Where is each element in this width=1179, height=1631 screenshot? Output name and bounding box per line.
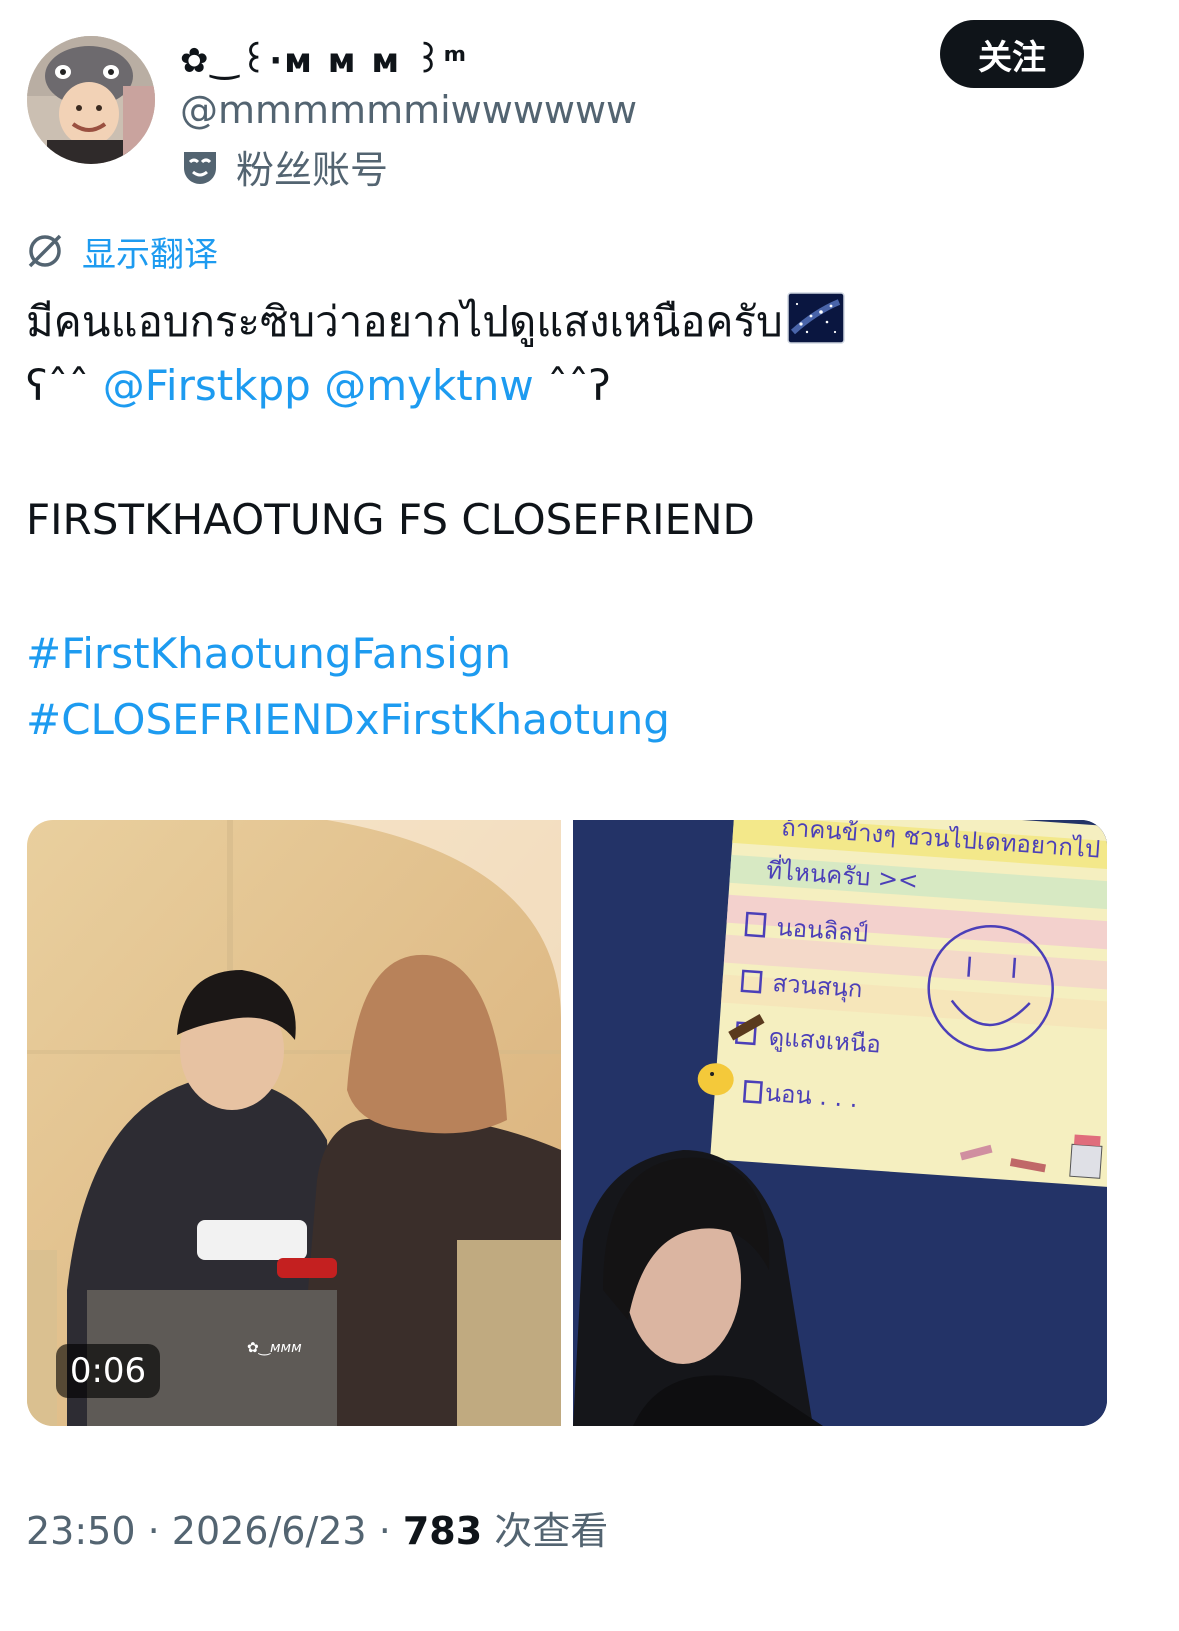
mention-firstkpp[interactable]: @Firstkpp xyxy=(103,361,311,410)
tweet-header: ✿‿꒰·ᴍ ᴍ ᴍ ꒱ᵐ @mmmmmmiwwwwww 粉丝账号 关注 xyxy=(0,0,1179,200)
account-type-row: 粉丝账号 xyxy=(180,140,388,192)
avatar[interactable] xyxy=(27,36,155,164)
meta-separator: · xyxy=(366,1509,403,1553)
tweet-date[interactable]: 2026/6/23 xyxy=(172,1509,367,1553)
view-count: 783 xyxy=(402,1509,483,1553)
theater-mask-icon xyxy=(184,152,216,184)
kaomoji-close: ˆˆʔ xyxy=(547,361,611,410)
meta-separator: · xyxy=(135,1509,172,1553)
view-label: 次查看 xyxy=(494,1509,609,1553)
kaomoji-open: ʕˆˆ xyxy=(26,361,90,410)
video-watermark: ✿‿ᴍᴍᴍ xyxy=(247,1340,302,1356)
show-translation[interactable]: 显示翻译 xyxy=(26,227,218,276)
mention-myktnw[interactable]: @myktnw xyxy=(324,361,534,410)
tweet-meta: 23:50 · 2026/6/23 · 783 次查看 xyxy=(26,1500,608,1555)
photo-frame: ถ้าคนข้างๆ ชวนไปเดทอยากไป ที่ไหนครับ >< … xyxy=(573,820,1107,1426)
video-frame: ✿‿ᴍᴍᴍ xyxy=(27,820,561,1426)
translate-icon xyxy=(28,234,62,268)
tweet-time[interactable]: 23:50 xyxy=(26,1509,136,1553)
tweet-mentions-line: ʕˆˆ @Firstkpp @myktnw ˆˆʔ xyxy=(26,356,1146,416)
display-name[interactable]: ✿‿꒰·ᴍ ᴍ ᴍ ꒱ᵐ xyxy=(180,36,468,81)
follow-button[interactable]: 关注 xyxy=(940,20,1084,88)
milky-way-icon xyxy=(787,292,845,344)
tweet-caption: FIRSTKHAOTUNG FS CLOSEFRIEND xyxy=(26,495,755,544)
user-handle[interactable]: @mmmmmmiwwwwww xyxy=(180,88,637,132)
photo-thumbnail[interactable]: ถ้าคนข้างๆ ชวนไปเดทอยากไป ที่ไหนครับ >< … xyxy=(573,820,1107,1426)
tweet-text-line: มีคนแอบกระซิบว่าอยากไปดูแสงเหนือครับ xyxy=(26,292,1146,352)
tweet-thai-text: มีคนแอบกระซิบว่าอยากไปดูแสงเหนือครับ xyxy=(26,297,783,346)
video-thumbnail[interactable]: ✿‿ᴍᴍᴍ xyxy=(27,820,561,1426)
avatar-image xyxy=(27,36,155,164)
show-translation-label[interactable]: 显示翻译 xyxy=(82,227,218,276)
account-type-label: 粉丝账号 xyxy=(236,147,389,192)
video-duration-badge: 0:06 xyxy=(56,1344,160,1398)
hashtag-firstkhaotungfansign[interactable]: #FirstKhaotungFansign xyxy=(26,624,1146,684)
hashtag-closefriendxfirstkhaotung[interactable]: #CLOSEFRIENDxFirstKhaotung xyxy=(26,690,1146,750)
